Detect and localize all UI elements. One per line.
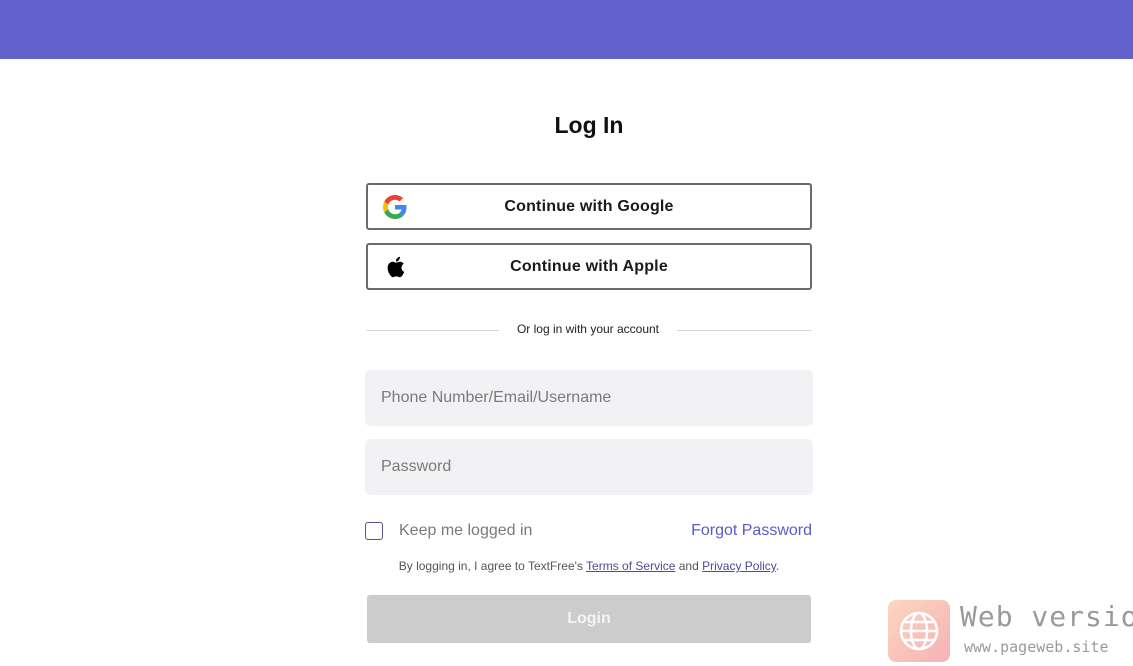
watermark-title: Web version bbox=[960, 600, 1133, 633]
web-version-watermark: Web version www.pageweb.site bbox=[888, 600, 1133, 662]
password-input[interactable] bbox=[365, 439, 813, 495]
continue-with-google-button[interactable]: Continue with Google bbox=[366, 183, 812, 230]
terms-suffix: . bbox=[775, 559, 780, 573]
apple-button-label: Continue with Apple bbox=[510, 257, 668, 275]
login-button[interactable]: Login bbox=[367, 595, 811, 643]
google-button-label: Continue with Google bbox=[504, 197, 674, 215]
top-header-bar bbox=[0, 0, 1133, 59]
divider-text: Or log in with your account bbox=[516, 322, 660, 336]
divider-line-left bbox=[366, 330, 499, 331]
terms-of-service-link[interactable]: Terms of Service bbox=[586, 559, 675, 573]
forgot-password-link[interactable]: Forgot Password bbox=[691, 522, 812, 540]
keep-logged-in-checkbox[interactable] bbox=[365, 522, 383, 540]
username-input[interactable] bbox=[365, 370, 813, 426]
or-divider: Or log in with your account bbox=[366, 320, 812, 340]
apple-icon bbox=[382, 254, 408, 280]
privacy-policy-link[interactable]: Privacy Policy bbox=[702, 559, 776, 573]
globe-icon bbox=[888, 600, 950, 662]
terms-prefix: By logging in, I agree to TextFree's bbox=[398, 559, 587, 573]
keep-logged-in-label[interactable]: Keep me logged in bbox=[399, 522, 532, 540]
continue-with-apple-button[interactable]: Continue with Apple bbox=[366, 243, 812, 290]
page-title: Log In bbox=[554, 112, 624, 138]
google-icon bbox=[382, 194, 408, 220]
terms-and: and bbox=[675, 559, 703, 573]
terms-notice: By logging in, I agree to TextFree's Ter… bbox=[366, 559, 812, 573]
divider-line-right bbox=[677, 330, 812, 331]
watermark-url: www.pageweb.site bbox=[964, 638, 1109, 656]
